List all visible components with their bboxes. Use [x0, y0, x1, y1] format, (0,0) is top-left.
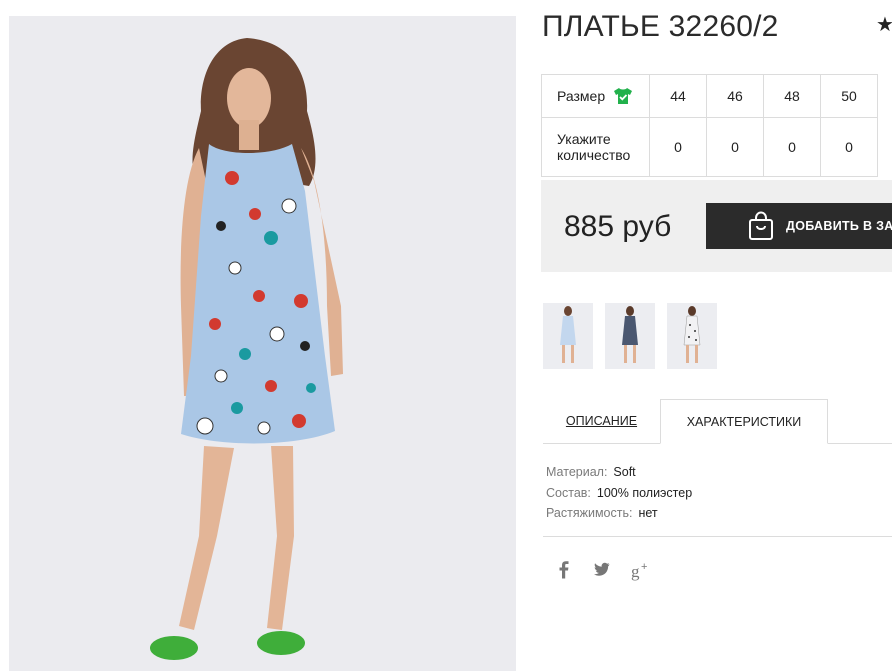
spec-row-composition: Состав: 100% полиэстер: [546, 483, 692, 504]
spec-row-stretch: Растяжимость: нет: [546, 503, 692, 524]
purchase-panel: 885 руб ДОБАВИТЬ В ЗАК: [541, 180, 892, 272]
svg-text:+: +: [641, 561, 647, 573]
spec-value: 100% полиэстер: [596, 485, 693, 500]
spec-value: нет: [638, 506, 658, 520]
size-50: 50: [820, 74, 878, 118]
quantity-cell-46[interactable]: 0: [706, 117, 764, 177]
twitter-icon[interactable]: [594, 561, 610, 581]
tshirt-icon[interactable]: [613, 87, 633, 105]
size-44: 44: [649, 74, 707, 118]
spec-value: Soft: [613, 465, 636, 479]
quantity-cell-48[interactable]: 0: [763, 117, 821, 177]
quantity-input-46[interactable]: 0: [708, 139, 762, 155]
product-main-image[interactable]: [9, 16, 516, 671]
size-quantity-table: Размер 44 46 48 50 Укажите количество 0 …: [541, 74, 878, 177]
tab-characteristics[interactable]: ХАРАКТЕРИСТИКИ: [660, 399, 828, 444]
size-label: Размер: [557, 88, 606, 104]
spec-key: Состав:: [546, 485, 591, 500]
svg-text:g: g: [631, 562, 640, 581]
tab-description[interactable]: ОПИСАНИЕ: [543, 399, 660, 443]
quantity-input-48[interactable]: 0: [765, 139, 819, 155]
product-title: ПЛАТЬЕ 32260/2: [542, 10, 779, 43]
divider: [543, 536, 892, 537]
product-price: 885 руб: [564, 210, 672, 243]
spec-key: Материал:: [546, 465, 608, 479]
quantity-input-44[interactable]: 0: [651, 139, 705, 155]
product-specs: Материал: Soft Состав: 100% полиэстер Раст…: [546, 462, 692, 524]
spec-key: Растяжимость:: [546, 506, 633, 520]
quantity-row: Укажите количество 0 0 0 0: [541, 117, 878, 177]
size-46: 46: [706, 74, 764, 118]
add-to-cart-button[interactable]: ДОБАВИТЬ В ЗАК: [706, 203, 892, 249]
quantity-cell-44[interactable]: 0: [649, 117, 707, 177]
size-row: Размер 44 46 48 50: [541, 74, 878, 118]
quantity-cell-50[interactable]: 0: [820, 117, 878, 177]
spec-row-material: Материал: Soft: [546, 462, 692, 483]
product-thumb-2[interactable]: [605, 303, 655, 369]
add-to-cart-label: ДОБАВИТЬ В ЗАК: [786, 219, 892, 233]
quantity-label: Укажите количество: [541, 117, 650, 177]
google-plus-icon[interactable]: g +: [631, 561, 651, 581]
facebook-icon[interactable]: [558, 561, 570, 581]
quantity-input-50[interactable]: 0: [822, 139, 876, 155]
size-label-cell: Размер: [541, 74, 650, 118]
shopping-bag-icon: [749, 211, 773, 240]
product-thumb-1[interactable]: [543, 303, 593, 369]
size-48: 48: [763, 74, 821, 118]
product-thumb-3[interactable]: [667, 303, 717, 369]
star-icon[interactable]: ★: [876, 15, 892, 35]
